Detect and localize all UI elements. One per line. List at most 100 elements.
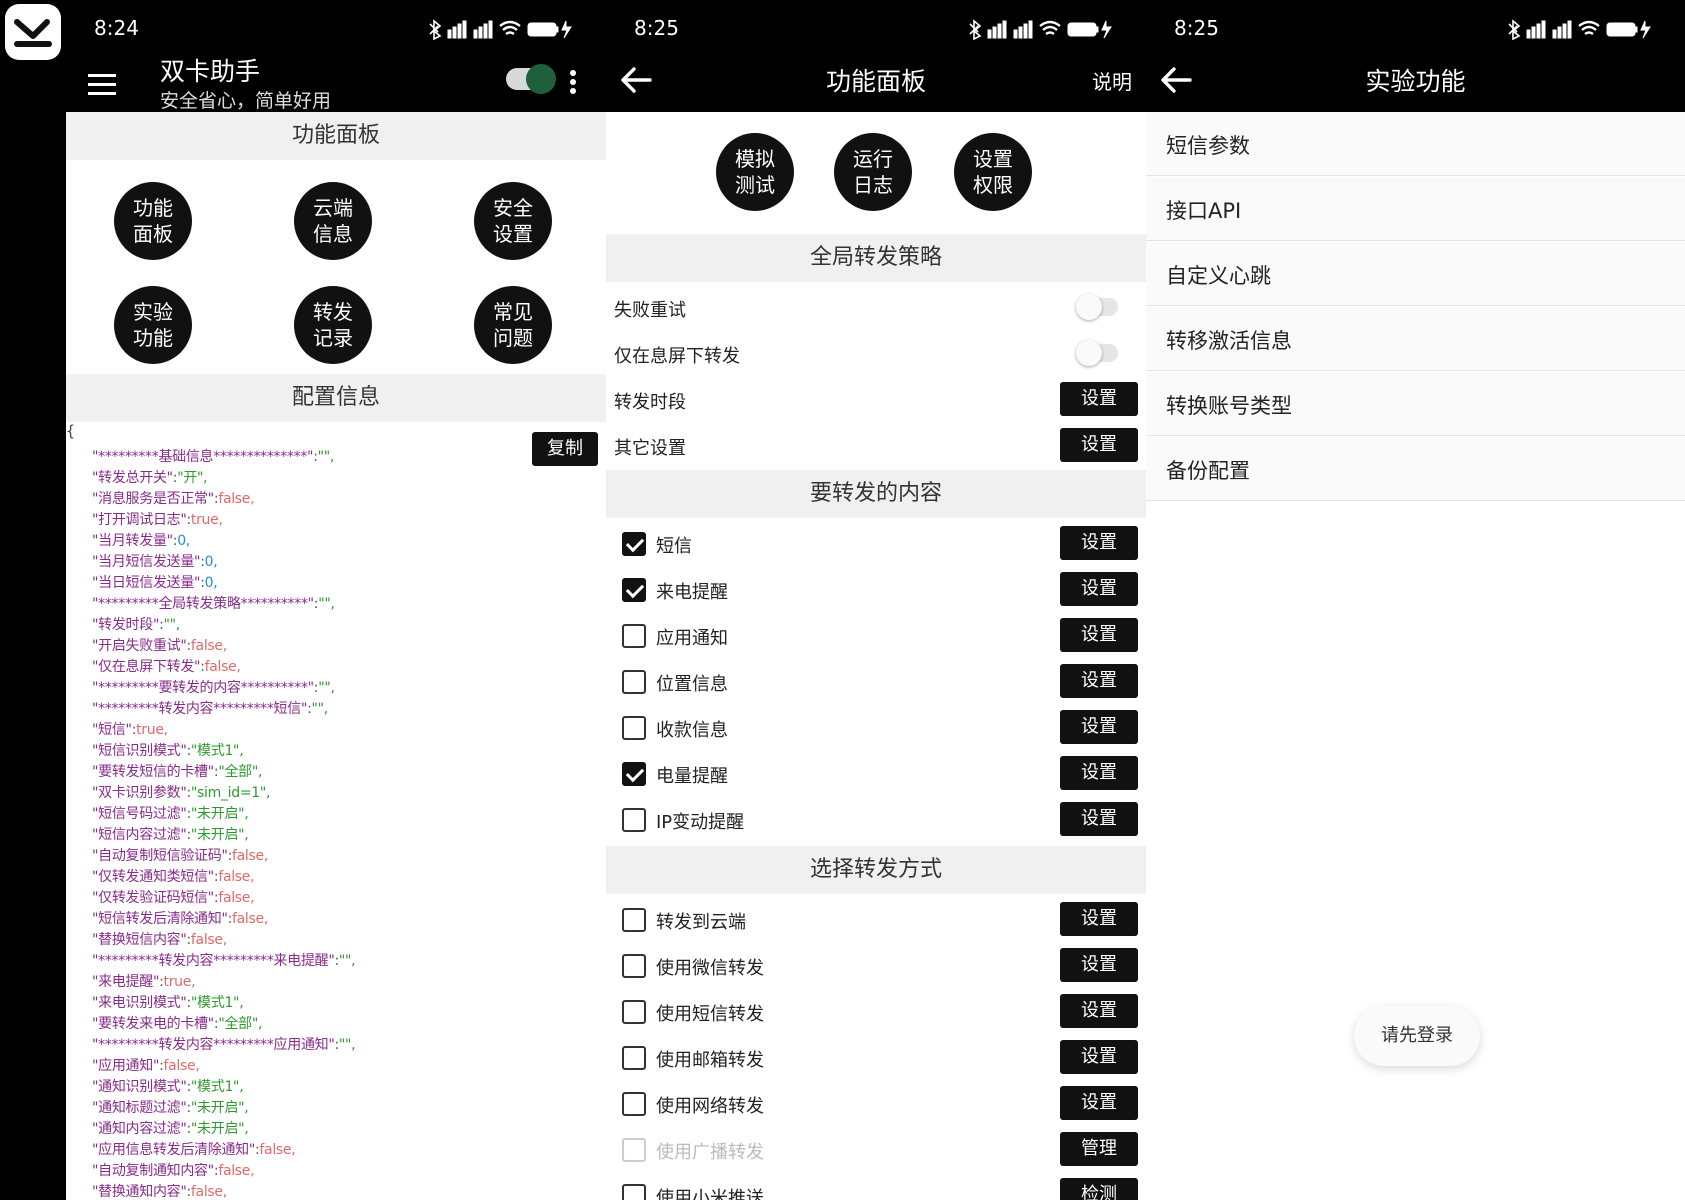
- tool-button-0[interactable]: 模拟 测试: [716, 133, 794, 211]
- settings-button[interactable]: 设置: [1060, 428, 1138, 462]
- config-key: "通知识别模式": [92, 1079, 187, 1095]
- config-line: "开启失败重试":false,: [92, 635, 227, 655]
- row-action-button[interactable]: 设置: [1060, 1040, 1138, 1074]
- config-value: false,: [218, 491, 255, 507]
- grid-button-3-line2: 功能: [133, 326, 173, 350]
- config-title: 配置信息: [66, 374, 606, 422]
- config-line: "仅转发验证码短信":false,: [92, 887, 255, 907]
- checkbox[interactable]: [622, 624, 646, 648]
- more-options-icon[interactable]: [569, 70, 577, 96]
- toggle-switch[interactable]: [1076, 340, 1118, 366]
- row-action-button[interactable]: 检测: [1060, 1178, 1138, 1200]
- config-value: "sim_id=1",: [190, 785, 271, 801]
- config-line: "短信":true,: [92, 719, 168, 739]
- row-action-button[interactable]: 设置: [1060, 948, 1138, 982]
- config-line: "打开调试日志":true,: [92, 509, 223, 529]
- config-line: "短信转发后清除通知":false,: [92, 908, 268, 928]
- checkbox[interactable]: [622, 762, 646, 786]
- tool-button-1[interactable]: 运行 日志: [834, 133, 912, 211]
- method-row: 使用广播转发 管理: [606, 1128, 1146, 1172]
- config-key: "要转发短信的卡槽": [92, 764, 214, 780]
- experimental-item[interactable]: 接口API: [1146, 177, 1685, 241]
- panel-title: 功能面板: [66, 112, 606, 160]
- status-bar: 8:25: [1146, 0, 1685, 56]
- strategy-label: 其它设置: [614, 438, 686, 459]
- config-key: "通知内容过滤": [92, 1121, 187, 1137]
- config-key: "*********转发内容*********来电提醒": [92, 953, 335, 969]
- config-key: "仅转发验证码短信": [92, 890, 214, 906]
- config-line: "自动复制通知内容":false,: [92, 1160, 255, 1180]
- content-row: 位置信息 设置: [606, 660, 1146, 704]
- experimental-item[interactable]: 转移激活信息: [1146, 307, 1685, 371]
- config-value: 0,: [204, 554, 218, 570]
- experimental-item-label: 转移激活信息: [1166, 329, 1292, 353]
- row-action-button[interactable]: 设置: [1060, 902, 1138, 936]
- grid-button-2[interactable]: 安全 设置: [474, 182, 552, 260]
- config-value: false,: [190, 1184, 227, 1200]
- config-key: "短信号码过滤": [92, 806, 187, 822]
- config-key: "来电识别模式": [92, 995, 187, 1011]
- checkbox[interactable]: [622, 532, 646, 556]
- config-key: "当日短信发送量": [92, 575, 201, 591]
- config-key: "短信": [92, 722, 132, 738]
- grid-button-0-line1: 功能: [133, 196, 173, 220]
- toggle-switch[interactable]: [1076, 294, 1118, 320]
- page-title: 实验功能: [1365, 67, 1466, 96]
- checkbox[interactable]: [622, 908, 646, 932]
- config-line: "仅转发通知类短信":false,: [92, 866, 255, 886]
- checkbox[interactable]: [622, 670, 646, 694]
- checkbox[interactable]: [622, 716, 646, 740]
- checkbox[interactable]: [622, 1092, 646, 1116]
- config-line: "消息服务是否正常":false,: [92, 488, 255, 508]
- title-bar: 功能面板 说明: [606, 56, 1146, 112]
- checkbox[interactable]: [622, 1184, 646, 1200]
- config-key: "短信内容过滤": [92, 827, 187, 843]
- method-row: 使用短信转发 设置: [606, 990, 1146, 1034]
- config-key: "*********转发内容*********应用通知": [92, 1037, 335, 1053]
- experimental-item[interactable]: 自定义心跳: [1146, 242, 1685, 306]
- grid-button-0[interactable]: 功能 面板: [114, 182, 192, 260]
- checkbox[interactable]: [622, 954, 646, 978]
- hamburger-menu-icon[interactable]: [88, 74, 116, 96]
- experimental-item[interactable]: 转换账号类型: [1146, 372, 1685, 436]
- experimental-item-label: 转换账号类型: [1166, 394, 1292, 418]
- row-action-button[interactable]: 设置: [1060, 618, 1138, 652]
- config-line: "替换通知内容":false,: [92, 1181, 227, 1200]
- row-label: 使用小米推送: [656, 1188, 764, 1200]
- config-key: "*********要转发的内容**********": [92, 680, 314, 696]
- row-action-button[interactable]: 设置: [1060, 664, 1138, 698]
- status-icons: [429, 19, 572, 40]
- master-toggle[interactable]: [506, 64, 556, 94]
- grid-button-1[interactable]: 云端 信息: [294, 182, 372, 260]
- json-open-brace: {: [66, 424, 76, 440]
- experimental-item[interactable]: 短信参数: [1146, 112, 1685, 176]
- settings-button[interactable]: 设置: [1060, 382, 1138, 416]
- row-action-button[interactable]: 管理: [1060, 1132, 1138, 1166]
- row-action-button[interactable]: 设置: [1060, 756, 1138, 790]
- checkbox[interactable]: [622, 808, 646, 832]
- help-link[interactable]: 说明: [1092, 66, 1132, 95]
- copy-button[interactable]: 复制: [532, 432, 598, 466]
- checkbox: [622, 1138, 646, 1162]
- title-bar: 实验功能: [1146, 56, 1685, 112]
- grid-button-4[interactable]: 转发 记录: [294, 286, 372, 364]
- section-method: 选择转发方式: [606, 846, 1146, 894]
- row-action-button[interactable]: 设置: [1060, 994, 1138, 1028]
- row-action-button[interactable]: 设置: [1060, 526, 1138, 560]
- config-line: "仅在息屏下转发":false,: [92, 656, 241, 676]
- checkbox[interactable]: [622, 578, 646, 602]
- row-action-button[interactable]: 设置: [1060, 572, 1138, 606]
- logo-arrow-icon: [14, 19, 52, 47]
- row-action-button[interactable]: 设置: [1060, 802, 1138, 836]
- row-action-button[interactable]: 设置: [1060, 710, 1138, 744]
- checkbox[interactable]: [622, 1046, 646, 1070]
- row-action-button[interactable]: 设置: [1060, 1086, 1138, 1120]
- config-key: "当月转发量": [92, 533, 173, 549]
- grid-button-5[interactable]: 常见 问题: [474, 286, 552, 364]
- grid-button-3[interactable]: 实验 功能: [114, 286, 192, 364]
- tool-button-2[interactable]: 设置 权限: [954, 133, 1032, 211]
- experimental-item-label: 接口API: [1166, 199, 1242, 223]
- checkbox[interactable]: [622, 1000, 646, 1024]
- experimental-item[interactable]: 备份配置: [1146, 437, 1685, 501]
- config-value: "未开启",: [190, 806, 249, 822]
